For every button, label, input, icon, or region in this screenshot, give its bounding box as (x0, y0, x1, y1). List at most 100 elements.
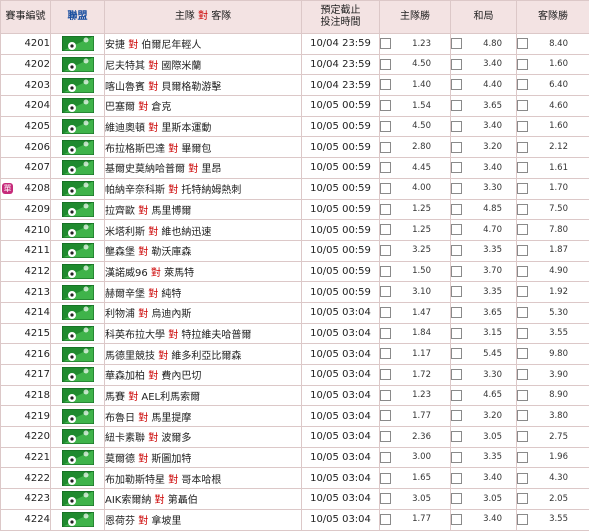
away-win-checkbox[interactable] (517, 451, 528, 463)
league-cell[interactable] (50, 467, 105, 490)
league-flag-icon[interactable] (61, 77, 94, 93)
away-win-checkbox[interactable] (517, 203, 528, 215)
away-win-checkbox[interactable] (517, 79, 528, 91)
away-team[interactable]: 維多利亞比爾森 (171, 351, 241, 362)
home-win-checkbox[interactable] (380, 100, 391, 112)
league-flag-icon[interactable] (61, 367, 94, 383)
league-cell[interactable] (50, 446, 105, 469)
home-win-checkbox[interactable] (380, 244, 391, 256)
league-flag-icon[interactable] (61, 201, 94, 217)
draw-checkbox[interactable] (451, 389, 462, 401)
away-team[interactable]: 里昂 (201, 164, 221, 175)
league-cell[interactable] (50, 136, 105, 159)
away-team[interactable]: 馬里博爾 (151, 206, 191, 217)
away-win-checkbox[interactable] (517, 493, 528, 505)
away-win-checkbox[interactable] (517, 244, 528, 256)
home-win-checkbox[interactable] (380, 389, 391, 401)
league-flag-icon[interactable] (61, 36, 94, 52)
away-team[interactable]: 倉克 (151, 102, 171, 113)
home-win-checkbox[interactable] (380, 162, 391, 174)
away-team[interactable]: 貝爾格勒游擊 (161, 82, 221, 93)
home-team[interactable]: 莫爾德 (106, 454, 136, 465)
away-team[interactable]: 維也納迅速 (161, 227, 211, 238)
league-flag-icon[interactable] (61, 491, 94, 507)
home-win-checkbox[interactable] (380, 327, 391, 339)
league-cell[interactable] (50, 343, 105, 365)
draw-checkbox[interactable] (451, 141, 462, 153)
away-win-checkbox[interactable] (517, 389, 528, 401)
league-flag-icon[interactable] (61, 139, 94, 155)
away-win-checkbox[interactable] (517, 182, 528, 194)
league-flag-icon[interactable] (61, 98, 94, 114)
home-win-checkbox[interactable] (380, 513, 391, 525)
away-team[interactable]: 純特 (161, 289, 181, 300)
home-team[interactable]: 布加勒斯特星 (106, 475, 166, 486)
draw-checkbox[interactable] (451, 369, 462, 381)
draw-checkbox[interactable] (451, 348, 462, 360)
draw-checkbox[interactable] (451, 120, 462, 132)
league-cell[interactable] (50, 281, 105, 303)
draw-checkbox[interactable] (451, 431, 462, 443)
league-flag-icon[interactable] (61, 243, 94, 259)
home-team[interactable]: 喀山魯賓 (106, 82, 146, 93)
away-win-checkbox[interactable] (517, 327, 528, 339)
away-team[interactable]: 拿坡里 (151, 516, 181, 527)
away-win-checkbox[interactable] (517, 410, 528, 422)
draw-checkbox[interactable] (451, 327, 462, 339)
league-flag-icon[interactable] (61, 429, 94, 445)
league-cell[interactable] (50, 74, 105, 97)
home-team[interactable]: 米塔利斯 (106, 227, 146, 238)
league-cell[interactable] (50, 177, 105, 200)
draw-checkbox[interactable] (451, 307, 462, 319)
home-win-checkbox[interactable] (380, 307, 391, 319)
home-team[interactable]: 布拉格斯巴達 (106, 144, 166, 155)
draw-checkbox[interactable] (451, 162, 462, 174)
draw-checkbox[interactable] (451, 451, 462, 463)
home-win-checkbox[interactable] (380, 431, 391, 443)
home-team[interactable]: 維迪奧頓 (106, 123, 146, 134)
league-cell[interactable] (50, 260, 105, 283)
away-win-checkbox[interactable] (517, 472, 528, 484)
league-cell[interactable] (50, 426, 105, 448)
league-cell[interactable] (50, 405, 105, 428)
draw-checkbox[interactable] (451, 58, 462, 70)
league-cell[interactable] (50, 508, 105, 531)
draw-checkbox[interactable] (451, 100, 462, 112)
home-team[interactable]: 馬德里競技 (106, 351, 156, 362)
league-flag-icon[interactable] (61, 470, 94, 486)
draw-checkbox[interactable] (451, 410, 462, 422)
away-win-checkbox[interactable] (517, 286, 528, 298)
away-team[interactable]: 里斯本運動 (161, 123, 211, 134)
draw-checkbox[interactable] (451, 286, 462, 298)
draw-checkbox[interactable] (451, 244, 462, 256)
away-win-checkbox[interactable] (517, 100, 528, 112)
away-team[interactable]: 馬里提摩 (151, 413, 191, 424)
home-team[interactable]: 紐卡素聯 (106, 433, 146, 444)
league-flag-icon[interactable] (61, 450, 94, 466)
league-cell[interactable] (50, 198, 105, 221)
home-team[interactable]: 馬賽 (106, 392, 126, 403)
league-cell[interactable] (50, 364, 105, 386)
league-flag-icon[interactable] (61, 160, 94, 176)
home-team[interactable]: 恩荷芬 (106, 516, 136, 527)
away-team[interactable]: 特拉維夫哈普爾 (181, 330, 251, 341)
home-win-checkbox[interactable] (380, 79, 391, 91)
home-team[interactable]: 赫爾辛堡 (106, 289, 146, 300)
away-win-checkbox[interactable] (517, 58, 528, 70)
home-win-checkbox[interactable] (380, 203, 391, 215)
league-flag-icon[interactable] (61, 119, 94, 135)
draw-checkbox[interactable] (451, 182, 462, 194)
league-cell[interactable] (50, 488, 105, 510)
away-team[interactable]: 托特納姆熱刺 (181, 185, 241, 196)
home-team[interactable]: 基爾史莫納哈普爾 (106, 164, 186, 175)
league-cell[interactable] (50, 239, 105, 262)
away-team[interactable]: 費內巴切 (161, 371, 201, 382)
home-win-checkbox[interactable] (380, 265, 391, 277)
home-win-checkbox[interactable] (380, 286, 391, 298)
home-team[interactable]: 帕納辛奈科斯 (106, 185, 166, 196)
away-win-checkbox[interactable] (517, 224, 528, 236)
league-cell[interactable] (50, 219, 105, 241)
away-win-checkbox[interactable] (517, 120, 528, 132)
league-cell[interactable] (50, 115, 105, 138)
away-win-checkbox[interactable] (517, 431, 528, 443)
